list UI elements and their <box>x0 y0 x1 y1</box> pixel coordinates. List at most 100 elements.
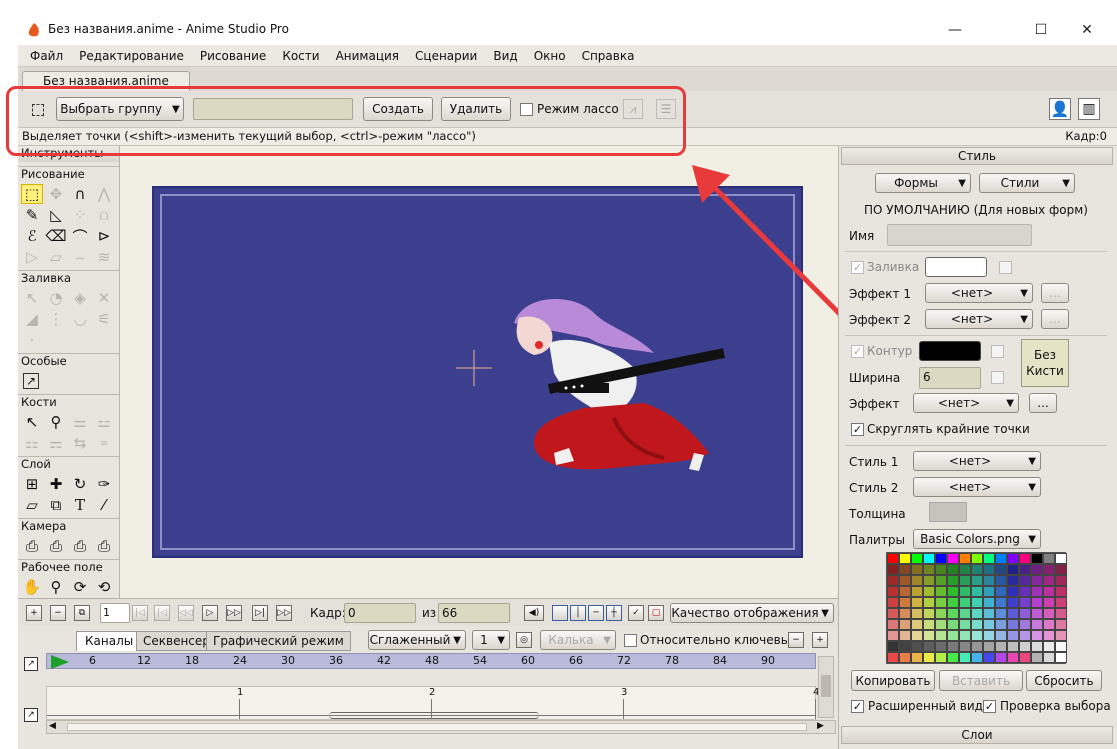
switch-layer-icon[interactable]: ⁄ <box>93 495 115 515</box>
maximize-button[interactable]: ☐ <box>1018 15 1064 45</box>
palette-swatch[interactable] <box>911 575 923 586</box>
palette-swatch[interactable] <box>887 641 899 652</box>
bone-strength-icon[interactable]: ⚍ <box>93 412 115 432</box>
fast-forward-icon[interactable]: ▷▷ <box>226 605 242 621</box>
onion-skin-dropdown[interactable]: Калька <box>540 630 616 650</box>
palette-swatch[interactable] <box>935 641 947 652</box>
palette-swatch[interactable] <box>1043 553 1055 564</box>
palette-swatch[interactable] <box>935 597 947 608</box>
palette-swatch[interactable] <box>1019 641 1031 652</box>
palette-swatch[interactable] <box>923 564 935 575</box>
palette-swatch[interactable] <box>935 630 947 641</box>
eyedropper-icon[interactable]: ✑ <box>93 474 115 494</box>
palette-swatch[interactable] <box>1043 564 1055 575</box>
palette-swatch[interactable] <box>1055 652 1067 663</box>
palette-swatch[interactable] <box>1055 608 1067 619</box>
zoom-camera-icon[interactable]: ⎙ <box>45 536 67 556</box>
triangle-icon[interactable]: ▷ <box>21 247 43 267</box>
menu-scripts[interactable]: Сценарии <box>407 49 485 63</box>
curvature-icon[interactable]: ∩ <box>69 184 91 204</box>
first-frame-icon[interactable]: |◁ <box>132 605 148 621</box>
palette-swatch[interactable] <box>995 608 1007 619</box>
palette-swatch[interactable] <box>899 652 911 663</box>
palette-swatch[interactable] <box>959 641 971 652</box>
pen-icon[interactable]: ✎ <box>21 205 43 225</box>
palette-swatch[interactable] <box>935 619 947 630</box>
palette-swatch[interactable] <box>1055 597 1067 608</box>
effect2-settings-button[interactable]: ... <box>1041 309 1069 329</box>
step-back-icon[interactable]: |◁ <box>154 605 170 621</box>
palette-swatch[interactable] <box>911 619 923 630</box>
palette-swatch[interactable] <box>899 564 911 575</box>
palette-swatch[interactable] <box>911 597 923 608</box>
palette-swatch[interactable] <box>887 630 899 641</box>
palette-swatch[interactable] <box>1007 630 1019 641</box>
zoom-in-icon[interactable]: + <box>812 632 828 648</box>
palette-swatch[interactable] <box>911 652 923 663</box>
palette-swatch[interactable] <box>947 575 959 586</box>
manipulate-bones-icon[interactable]: ∞ <box>93 433 115 453</box>
layout-single-icon[interactable] <box>552 605 568 621</box>
palette-swatch[interactable] <box>971 575 983 586</box>
tab-graph-mode[interactable]: Графический режим <box>206 631 351 651</box>
outline-color-swatch[interactable] <box>919 341 981 361</box>
palette-swatch[interactable] <box>887 619 899 630</box>
palette-swatch[interactable] <box>1031 641 1043 652</box>
palette-swatch[interactable] <box>899 608 911 619</box>
bend-icon[interactable]: ⌢ <box>69 247 91 267</box>
palette-swatch[interactable] <box>887 652 899 663</box>
palette-swatch[interactable] <box>983 652 995 663</box>
layout-quad-icon[interactable]: ┼ <box>606 605 622 621</box>
fill-lock-checkbox[interactable] <box>999 261 1012 274</box>
palette-swatch[interactable] <box>983 575 995 586</box>
create-shape-icon[interactable]: ◔ <box>45 288 67 308</box>
scroll-thumb[interactable] <box>821 675 831 697</box>
palette-swatch[interactable] <box>971 586 983 597</box>
palette-swatch[interactable] <box>899 619 911 630</box>
palette-swatch[interactable] <box>1007 608 1019 619</box>
expand-track-icon[interactable]: ↗ <box>24 708 38 722</box>
sound-icon[interactable]: ◀) <box>524 605 544 621</box>
palette-swatch[interactable] <box>971 641 983 652</box>
onion-icon[interactable]: ◎ <box>516 632 532 648</box>
text-tool-icon[interactable]: T <box>69 495 91 515</box>
palette-swatch[interactable] <box>887 564 899 575</box>
roll-camera-icon[interactable]: ⎙ <box>69 536 91 556</box>
menu-help[interactable]: Справка <box>574 49 643 63</box>
palette-swatch[interactable] <box>1031 564 1043 575</box>
delete-edge-icon[interactable]: ✕ <box>93 288 115 308</box>
noise-icon[interactable]: ⩍ <box>93 205 115 225</box>
scroll-left-icon[interactable]: ◀ <box>49 721 56 731</box>
palette-swatch[interactable] <box>959 652 971 663</box>
add-bone-icon[interactable]: ⚲ <box>45 412 67 432</box>
palette-swatch[interactable] <box>959 608 971 619</box>
curve-profile-icon[interactable]: ⚟ <box>93 309 115 329</box>
paste-style-button[interactable]: Вставить <box>939 670 1023 691</box>
palette-swatch[interactable] <box>947 564 959 575</box>
timeline-vertical-scrollbar[interactable] <box>818 656 834 718</box>
palette-swatch[interactable] <box>1019 619 1031 630</box>
palette-swatch[interactable] <box>899 597 911 608</box>
palette-swatch[interactable] <box>1031 575 1043 586</box>
palette-swatch[interactable] <box>995 564 1007 575</box>
scroll-thumb[interactable] <box>67 723 807 731</box>
select-bone-icon[interactable]: ↖ <box>21 412 43 432</box>
tab-sequencer[interactable]: Секвенсер <box>136 631 217 651</box>
bind-points-icon[interactable]: ⚎ <box>45 433 67 453</box>
interpolation-dropdown[interactable]: Сглаженный <box>368 630 466 650</box>
palette-swatch[interactable] <box>947 652 959 663</box>
menu-draw[interactable]: Рисование <box>192 49 274 63</box>
bind-layer-icon[interactable]: ⚏ <box>21 433 43 453</box>
palette-swatch[interactable] <box>1043 575 1055 586</box>
palette-swatch[interactable] <box>935 608 947 619</box>
color-palette[interactable] <box>886 552 1067 664</box>
palette-swatch[interactable] <box>899 575 911 586</box>
fill-checkbox[interactable]: ✓ <box>851 261 864 274</box>
menu-edit[interactable]: Редактирование <box>71 49 192 63</box>
copy-style-button[interactable]: Копировать <box>851 670 935 691</box>
palette-swatch[interactable] <box>971 619 983 630</box>
orbit-workspace-icon[interactable]: ⟲ <box>93 577 115 597</box>
keyframe-track[interactable]: 1234 <box>46 686 819 720</box>
palette-swatch[interactable] <box>983 564 995 575</box>
palette-swatch[interactable] <box>971 630 983 641</box>
